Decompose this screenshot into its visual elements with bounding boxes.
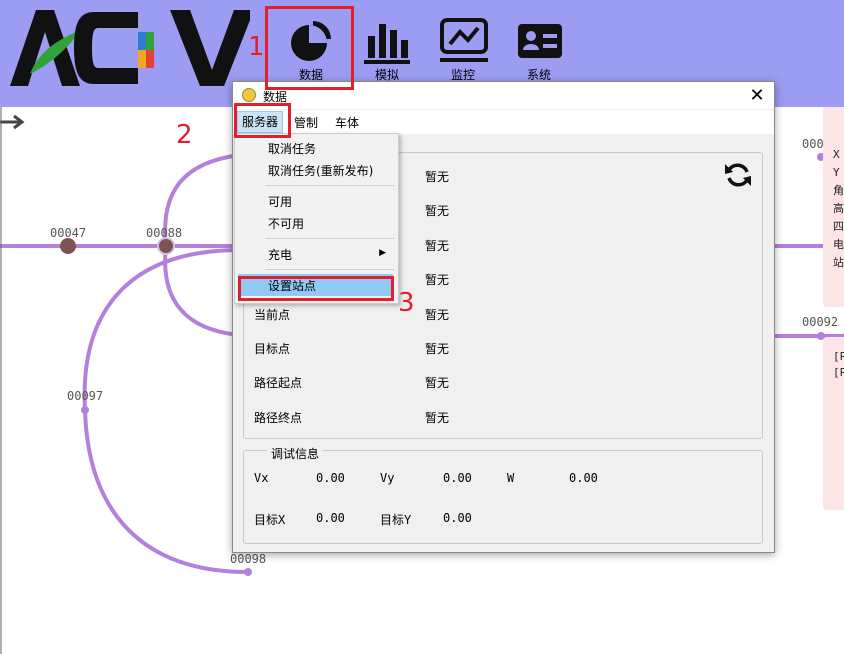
current-point-label: 当前点 [254, 308, 291, 322]
id-card-icon [518, 24, 562, 58]
agv-logo [10, 10, 250, 86]
submenu-arrow-icon: ▶ [379, 248, 386, 258]
bar-chart-icon [364, 24, 410, 64]
annotation-box-2 [234, 103, 291, 138]
info-panel-line: 角 [833, 184, 844, 197]
status-value: 暂无 [425, 170, 450, 184]
vy-label: Vy [380, 471, 395, 485]
dialog-menubar: 服务器 管制 车体 [233, 110, 774, 134]
info-panel-line: 四 [833, 220, 844, 233]
map-node-00097 [81, 406, 89, 414]
menu-cancel-task-republish[interactable]: 取消任务(重新发布) [268, 162, 373, 179]
path-start-value: 暂无 [425, 376, 450, 390]
node-label-00097: 00097 [67, 389, 104, 403]
map-node-00047 [60, 238, 76, 254]
info-panel-line: X [833, 148, 840, 161]
menu-separator [265, 269, 394, 270]
map-node-00088 [157, 237, 175, 255]
monitor-icon [440, 18, 488, 62]
node-label-00092: 00092 [802, 315, 839, 329]
menu-available[interactable]: 可用 [268, 193, 292, 210]
close-icon[interactable]: ✕ [746, 85, 768, 107]
annotation-number-2: 2 [176, 120, 193, 150]
arrow-right-icon [0, 114, 25, 130]
node-label-00088: 00088 [146, 226, 183, 240]
target-y-value: 0.00 [443, 511, 472, 525]
app-icon [242, 88, 256, 102]
path-start-label: 路径起点 [254, 376, 303, 390]
path-end-label: 路径终点 [254, 411, 303, 425]
w-label: W [507, 471, 515, 485]
menu-unavailable[interactable]: 不可用 [268, 215, 304, 232]
vx-value: 0.00 [316, 471, 345, 485]
target-x-value: 0.00 [316, 511, 345, 525]
info-panel-line: 站 [833, 256, 844, 269]
toolbar-simulate-button[interactable]: 模拟 [357, 14, 417, 82]
path-loop [82, 248, 249, 574]
menu-control[interactable]: 管制 [292, 114, 320, 131]
menu-separator [265, 238, 394, 239]
vx-label: Vx [254, 471, 269, 485]
status-value: 暂无 [425, 204, 450, 218]
debug-group [243, 450, 763, 544]
menu-cancel-task[interactable]: 取消任务 [268, 140, 316, 157]
annotation-number-1: 1 [248, 32, 265, 62]
status-value: 暂无 [425, 239, 450, 253]
info-panel-line: 电 [833, 238, 844, 251]
annotation-box-1 [265, 6, 354, 90]
target-y-label: 目标Y [380, 513, 412, 527]
w-value: 0.00 [569, 471, 598, 485]
menu-charge[interactable]: 充电 [268, 246, 292, 263]
toolbar-system-button[interactable]: 系统 [509, 14, 569, 82]
current-point-value: 暂无 [425, 308, 450, 322]
target-point-value: 暂无 [425, 342, 450, 356]
annotation-box-3 [238, 276, 394, 301]
toolbar-monitor-button[interactable]: 监控 [433, 14, 493, 82]
vy-value: 0.00 [443, 471, 472, 485]
path-end-value: 暂无 [425, 411, 450, 425]
debug-group-title: 调试信息 [267, 445, 324, 462]
node-label-00098: 00098 [230, 552, 267, 566]
node-label-00047: 00047 [50, 226, 87, 240]
menu-separator [265, 185, 394, 186]
status-value: 暂无 [425, 273, 450, 287]
menu-vehicle[interactable]: 车体 [333, 114, 361, 131]
refresh-icon[interactable] [723, 160, 753, 190]
info-panel-line: Y [833, 166, 840, 179]
target-point-label: 目标点 [254, 342, 291, 356]
info-panel-2-line: [P] [833, 366, 844, 379]
annotation-number-3: 3 [398, 288, 415, 318]
info-panel-line: 高 [833, 202, 844, 215]
map-node-00098 [244, 568, 252, 576]
target-x-label: 目标X [254, 513, 286, 527]
